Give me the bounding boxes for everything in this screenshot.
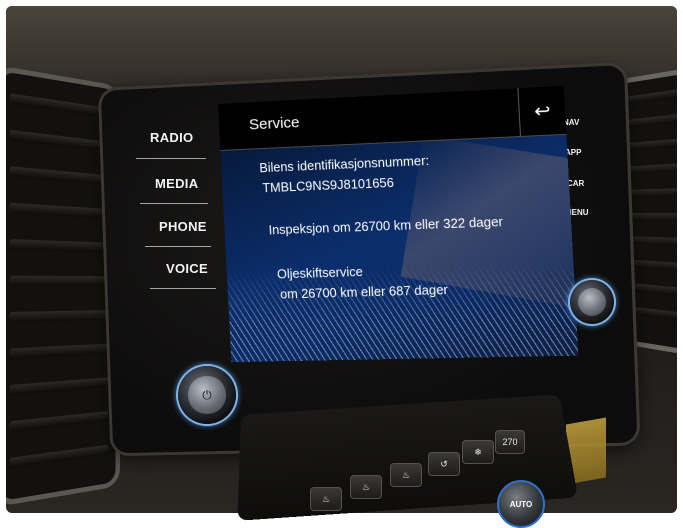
- recirculation-button[interactable]: ↺: [428, 452, 460, 476]
- vent-slat: [9, 344, 108, 359]
- vin-label: Bilens identifikasjonsnummer:: [259, 154, 429, 176]
- page-title: Service: [249, 114, 300, 134]
- vent-slat: [626, 139, 677, 151]
- button-divider: [136, 158, 206, 159]
- vent-slat: [626, 163, 677, 174]
- car-button[interactable]: CAR: [567, 179, 584, 188]
- seat-vent-button[interactable]: ♨: [390, 463, 422, 487]
- vent-slat: [626, 89, 677, 105]
- temperature-display: 270: [495, 430, 525, 454]
- auto-climate-knob[interactable]: AUTO: [497, 480, 545, 528]
- vent-slat: [626, 283, 677, 296]
- vent-slat: [9, 93, 108, 118]
- button-divider: [145, 246, 211, 247]
- vent-slat: [9, 166, 108, 185]
- volume-knob[interactable]: ⏻: [178, 366, 236, 424]
- vent-slat: [9, 445, 108, 469]
- back-arrow-icon[interactable]: ↩: [517, 86, 566, 136]
- oil-service-title: Oljeskiftservice: [277, 265, 363, 282]
- vent-slat: [9, 203, 108, 219]
- vent-slat: [9, 411, 108, 432]
- vent-slat: [9, 276, 108, 286]
- vent-slat: [626, 236, 677, 246]
- vent-slat: [626, 213, 677, 221]
- vent-slat: [9, 239, 108, 252]
- phone-button[interactable]: PHONE: [159, 219, 207, 234]
- knob-cap: [578, 288, 606, 316]
- screen-body: Bilens identifikasjonsnummer: TMBLC9NS9J…: [220, 135, 578, 362]
- vent-slat: [626, 306, 677, 321]
- vent-slat: [626, 259, 677, 271]
- vent-slat: [9, 310, 108, 322]
- vent-slat: [626, 114, 677, 128]
- button-divider: [140, 203, 208, 204]
- seat-heat-icon-button[interactable]: ♨: [350, 475, 382, 499]
- seat-heat-button[interactable]: ♨: [310, 487, 342, 511]
- infotainment-screen: Service ↩ Bilens identifikasjonsnummer: …: [218, 86, 578, 362]
- scroll-knob[interactable]: [570, 280, 614, 324]
- media-button[interactable]: MEDIA: [155, 176, 198, 191]
- vent-slat: [9, 377, 108, 395]
- vent-slat: [626, 188, 677, 197]
- radio-button[interactable]: RADIO: [150, 130, 193, 145]
- vent-slat: [9, 130, 108, 152]
- vin-value: TMBLC9NS9J8101656: [262, 176, 394, 196]
- voice-button[interactable]: VOICE: [166, 261, 208, 276]
- power-icon: ⏻: [188, 376, 225, 413]
- button-divider: [150, 288, 216, 289]
- fan-button[interactable]: ❄: [462, 440, 494, 464]
